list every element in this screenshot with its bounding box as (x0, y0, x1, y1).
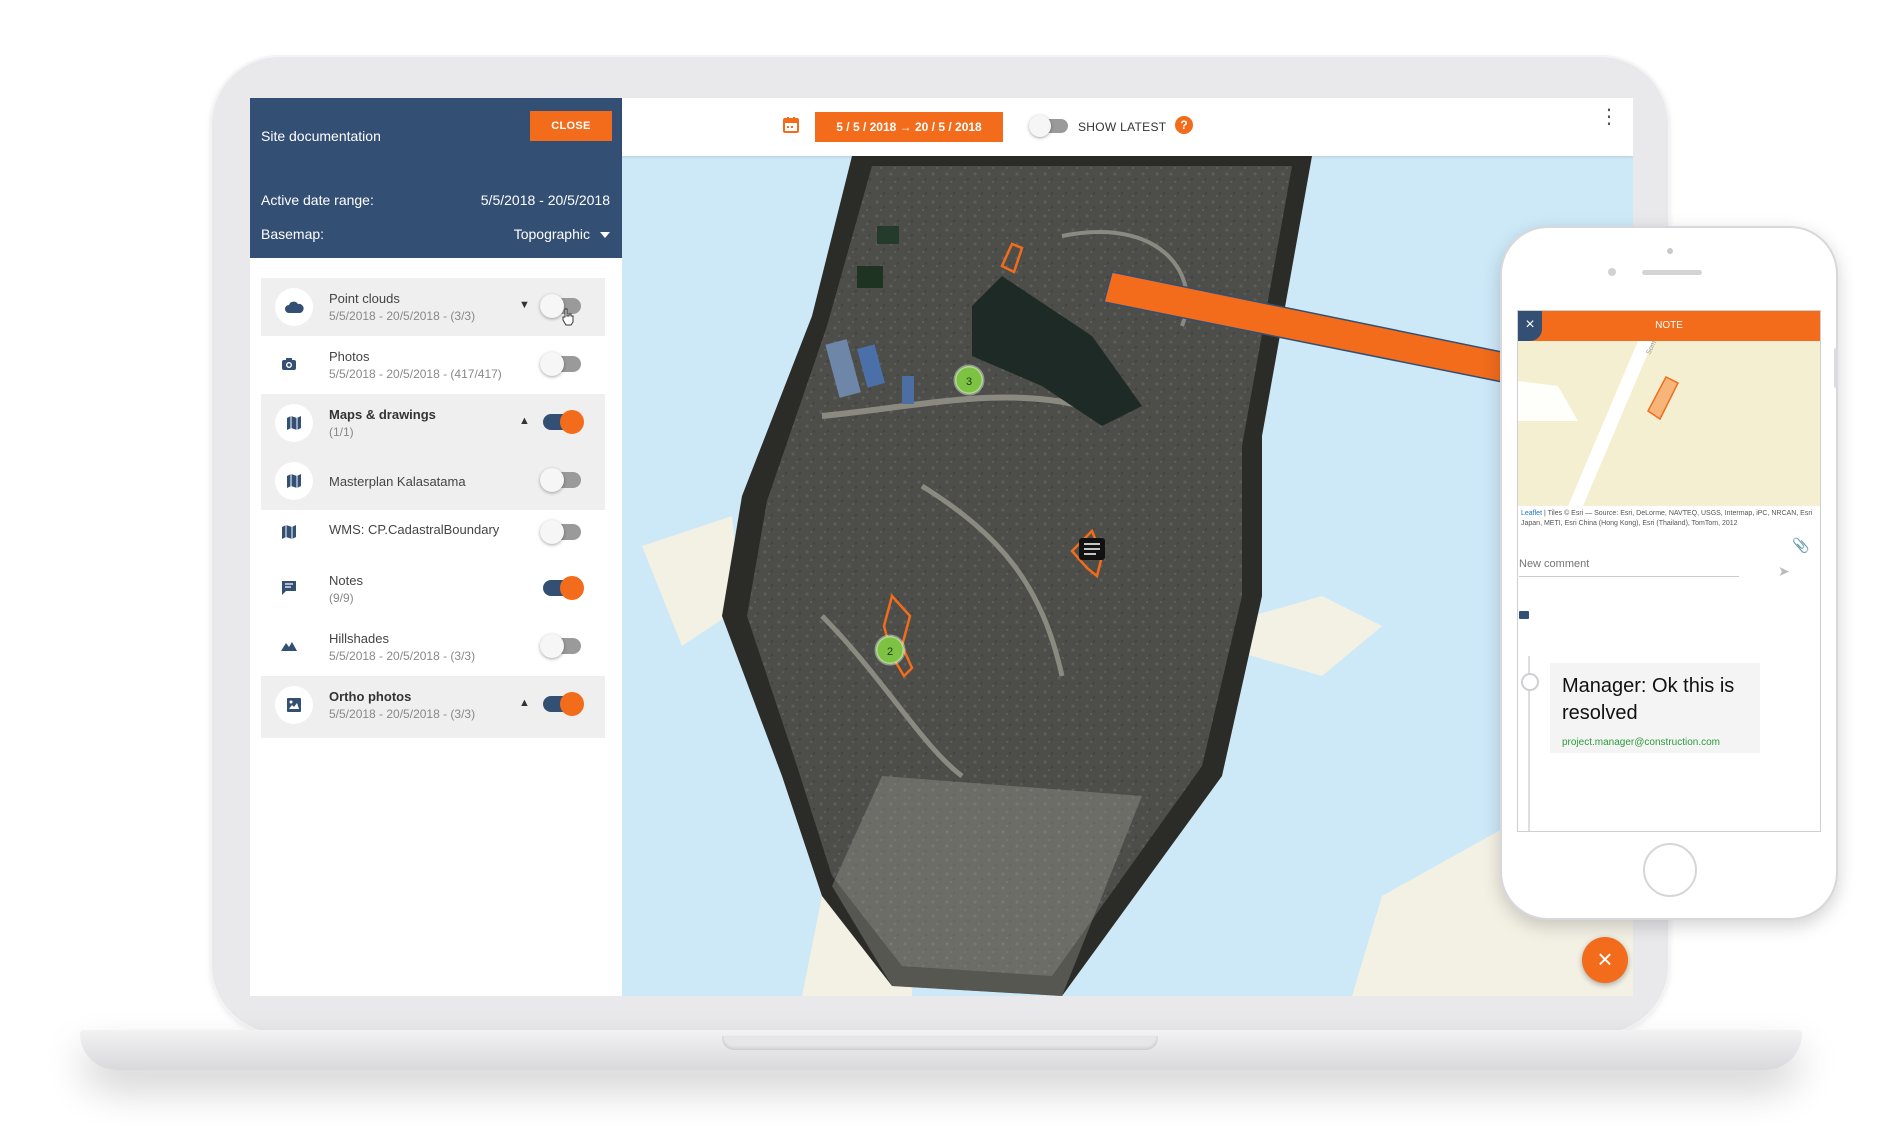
speaker-icon (1642, 270, 1702, 275)
comment-card: Manager: Ok this is resolved project.man… (1550, 663, 1760, 753)
collapse-arrow-icon[interactable]: ▲ (519, 697, 530, 709)
map-icon (275, 462, 313, 500)
collapse-arrow-icon[interactable]: ▼ (519, 299, 530, 311)
layer-name: Hillshades (329, 631, 389, 646)
camera-icon (275, 350, 303, 378)
cloud-icon (275, 288, 313, 326)
laptop-notch (722, 1036, 1158, 1050)
camera-icon (1608, 268, 1616, 276)
note-mini-map[interactable]: Som (1518, 341, 1820, 506)
chevron-down-icon (600, 232, 610, 239)
layer-subtitle: 5/5/2018 - 20/5/2018 - (3/3) (329, 309, 476, 323)
timeline-dot (1521, 673, 1539, 691)
date-range-button[interactable]: 5 / 5 / 2018 → 20 / 5 / 2018 (815, 112, 1003, 142)
layer-toggle[interactable] (543, 410, 584, 434)
layer-photos[interactable]: Photos 5/5/2018 - 20/5/2018 - (417/417) (261, 336, 605, 394)
layer-toggle[interactable] (540, 352, 581, 376)
layer-name: Point clouds (329, 291, 400, 306)
attachment-icon[interactable]: 📎 (1792, 537, 1809, 554)
map-icon (275, 518, 303, 546)
layer-point-clouds[interactable]: Point clouds 5/5/2018 - 20/5/2018 - (3/3… (261, 278, 605, 336)
date-range-label: Active date range: (261, 192, 374, 208)
map-attribution: Leaflet | Tiles © Esri — Source: Esri, D… (1521, 510, 1813, 527)
note-title: NOTE (1518, 311, 1820, 341)
layer-notes[interactable]: Notes (9/9) (261, 560, 605, 618)
sidebar-title: Site documentation (261, 128, 381, 144)
terrain-icon (275, 632, 303, 660)
top-bar: 5 / 5 / 2018 → 20 / 5 / 2018 SHOW LATEST… (622, 98, 1633, 156)
layer-name: WMS: CP.CadastralBoundary (329, 522, 500, 537)
layer-name: Notes (329, 573, 363, 588)
layer-toggle[interactable] (540, 520, 581, 544)
new-comment-input[interactable] (1519, 556, 1739, 577)
cluster-count: 3 (966, 376, 972, 388)
drawing-overlay (832, 776, 1142, 996)
sidebar: Site documentation CLOSE Active date ran… (250, 98, 622, 996)
site-map: 3 2 (642, 156, 1633, 996)
comment-text: Manager: Ok this is resolved (1562, 675, 1735, 724)
phone-frame: NOTE × Som Leaflet | Tiles © Esri — Sour… (1500, 226, 1838, 920)
cluster-count: 2 (887, 646, 893, 658)
layer-ortho-photos[interactable]: Ortho photos 5/5/2018 - 20/5/2018 - (3/3… (261, 676, 605, 738)
layer-name: Maps & drawings (329, 407, 436, 422)
basemap-select[interactable]: Topographic (514, 226, 610, 242)
layer-maps-drawings[interactable]: Maps & drawings (1/1) ▲ (261, 394, 605, 452)
help-icon[interactable]: ? (1175, 116, 1193, 134)
layer-subtitle: (9/9) (329, 591, 354, 605)
show-latest-label: SHOW LATEST (1078, 120, 1167, 134)
basemap-label: Basemap: (261, 226, 325, 242)
map-view[interactable]: 3 2 (622, 156, 1633, 996)
comment-author: project.manager@construction.com (1562, 737, 1720, 748)
video-icon[interactable] (1519, 611, 1529, 619)
more-options-icon[interactable]: ⋮ (1599, 107, 1619, 127)
layer-toggle[interactable] (540, 468, 581, 492)
layer-toggle[interactable] (540, 634, 581, 658)
layer-list: Point clouds 5/5/2018 - 20/5/2018 - (3/3… (261, 278, 605, 738)
collapse-arrow-icon[interactable]: ▲ (519, 415, 530, 427)
show-latest-toggle[interactable] (1029, 115, 1068, 137)
date-range-value: 5/5/2018 - 20/5/2018 (480, 192, 610, 208)
calendar-icon[interactable] (782, 116, 800, 134)
layer-toggle[interactable] (543, 576, 584, 600)
send-icon[interactable]: ➤ (1778, 563, 1790, 580)
layer-hillshades[interactable]: Hillshades 5/5/2018 - 20/5/2018 - (3/3) (261, 618, 605, 676)
layer-wms-cadastral[interactable]: WMS: CP.CadastralBoundary (261, 500, 605, 558)
map-icon (275, 404, 313, 442)
image-icon (275, 686, 313, 724)
basemap-value: Topographic (513, 226, 590, 242)
layer-name: Ortho photos (329, 689, 412, 704)
layer-toggle[interactable] (543, 692, 584, 716)
close-fab-button[interactable]: × (1582, 937, 1628, 983)
home-button[interactable] (1643, 843, 1697, 897)
sidebar-header: Site documentation CLOSE Active date ran… (250, 98, 622, 258)
leaflet-link[interactable]: Leaflet (1521, 510, 1542, 517)
layer-subtitle: 5/5/2018 - 20/5/2018 - (3/3) (329, 707, 476, 721)
layer-subtitle: 5/5/2018 - 20/5/2018 - (3/3) (329, 649, 476, 663)
layer-subtitle: (1/1) (329, 425, 354, 439)
layer-subtitle: 5/5/2018 - 20/5/2018 - (417/417) (329, 367, 502, 381)
layer-name: Photos (329, 349, 370, 364)
phone-screen: NOTE × Som Leaflet | Tiles © Esri — Sour… (1517, 310, 1821, 832)
layer-name: Masterplan Kalasatama (329, 474, 466, 489)
comment-icon (275, 574, 303, 602)
app-screen: Site documentation CLOSE Active date ran… (250, 98, 1633, 996)
hand-cursor-icon (562, 308, 574, 326)
close-button[interactable]: CLOSE (530, 111, 612, 141)
close-icon[interactable]: × (1518, 311, 1542, 341)
